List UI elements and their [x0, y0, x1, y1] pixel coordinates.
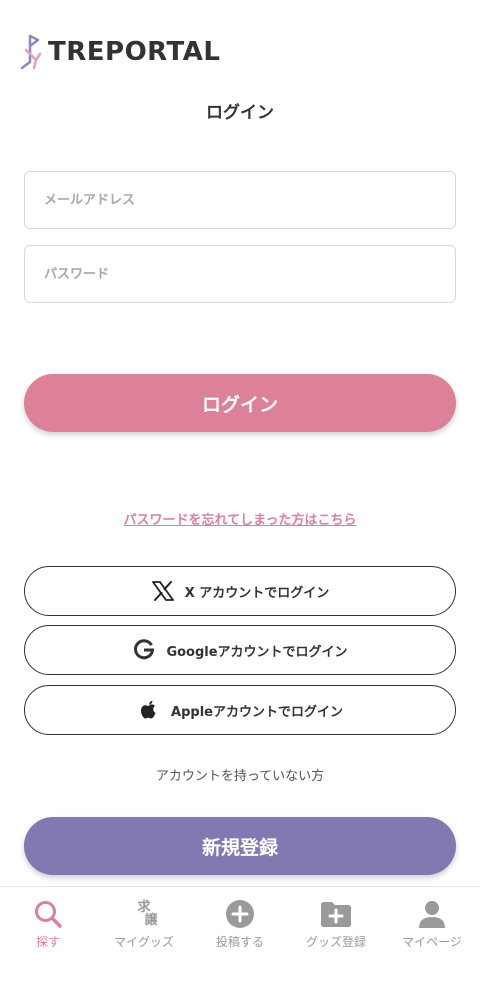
nav-item-goods-register[interactable]: グッズ登録	[288, 887, 384, 1000]
google-login-label: Googleアカウントでログイン	[166, 644, 348, 660]
folder-plus-icon	[320, 899, 352, 929]
google-login-button[interactable]: Googleアカウントでログイン	[24, 625, 456, 675]
apple-logo-icon	[137, 698, 161, 722]
x-logo-icon	[151, 579, 175, 603]
register-button[interactable]: 新規登録	[24, 817, 456, 875]
apple-login-button[interactable]: Appleアカウントでログイン	[24, 685, 456, 735]
nav-label-my-page: マイページ	[402, 935, 462, 949]
x-login-label: X アカウントでログイン	[184, 585, 330, 601]
logo-text: TREPORTAL	[48, 37, 221, 67]
nav-label-post: 投稿する	[215, 935, 264, 949]
apple-login-label: Appleアカウントでログイン	[171, 704, 343, 720]
logo-mark-icon	[20, 34, 42, 70]
login-button[interactable]: ログイン	[24, 374, 456, 432]
search-icon	[32, 899, 64, 929]
nav-item-my-goods[interactable]: 求 譲 マイグッズ	[96, 887, 192, 1000]
no-account-text: アカウントを持っていない方	[155, 769, 325, 784]
person-icon	[416, 899, 448, 929]
my-goods-icon: 求 譲	[128, 899, 160, 929]
nav-item-search[interactable]: 探す	[0, 887, 96, 1000]
password-field[interactable]	[24, 245, 456, 303]
x-login-button[interactable]: X アカウントでログイン	[24, 566, 456, 616]
bottom-nav: 探す 求 譲 マイグッズ 投稿する グッズ登録 マイページ	[0, 886, 480, 1000]
plus-circle-icon	[224, 899, 256, 929]
nav-label-goods-register: グッズ登録	[305, 935, 366, 949]
nav-label-my-goods: マイグッズ	[114, 935, 174, 949]
forgot-password-container: パスワードを忘れてしまった方はこちら	[0, 509, 480, 528]
forgot-password-link[interactable]: パスワードを忘れてしまった方はこちら	[123, 513, 356, 528]
nav-item-my-page[interactable]: マイページ	[384, 887, 480, 1000]
page-title: ログイン	[206, 103, 274, 123]
email-field[interactable]	[24, 171, 456, 229]
google-logo-icon	[132, 638, 156, 662]
app-logo[interactable]: TREPORTAL	[20, 34, 220, 70]
my-goods-icon-bottom: 譲	[144, 913, 158, 928]
nav-label-search: 探す	[35, 935, 60, 949]
nav-item-post[interactable]: 投稿する	[192, 887, 288, 1000]
